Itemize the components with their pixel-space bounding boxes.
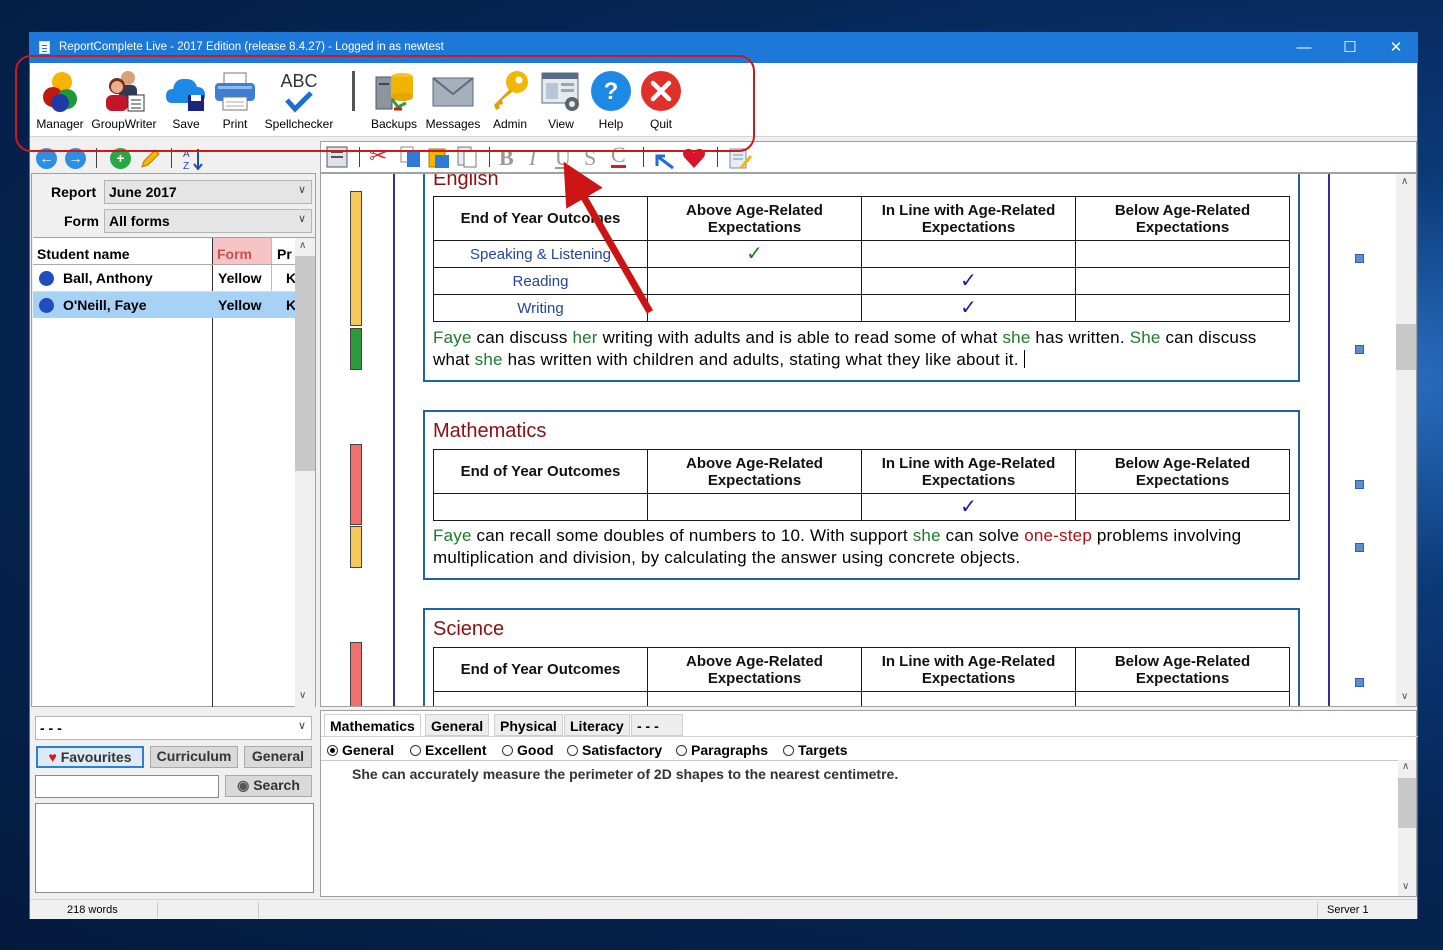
annotation-arrow <box>563 161 654 314</box>
